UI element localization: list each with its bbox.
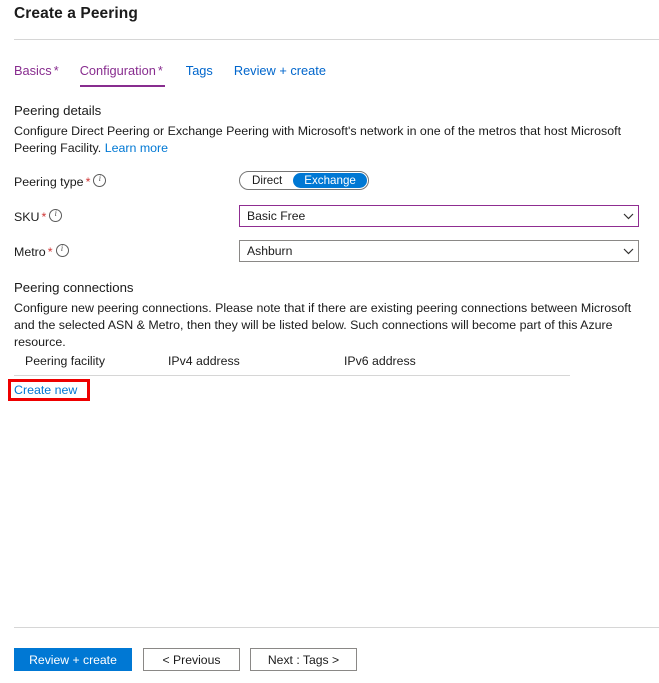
metro-dropdown[interactable]: Ashburn xyxy=(239,240,639,262)
sku-label: SKU * xyxy=(14,208,63,224)
metro-label-text: Metro xyxy=(14,245,46,259)
peering-type-label: Peering type * xyxy=(14,173,107,189)
page-title: Create a Peering xyxy=(14,5,138,22)
wizard-tabstrip: Basics * Configuration * Tags Review + cre… xyxy=(14,63,347,89)
peering-connections-heading: Peering connections xyxy=(14,280,134,295)
tab-configuration-label: Configuration xyxy=(79,63,156,78)
peering-type-option-exchange[interactable]: Exchange xyxy=(293,173,367,188)
peering-type-label-text: Peering type xyxy=(14,175,84,189)
chevron-down-icon xyxy=(618,241,638,261)
peering-type-option-direct[interactable]: Direct xyxy=(241,173,293,188)
tab-review-create[interactable]: Review + create xyxy=(234,63,326,87)
chevron-down-icon xyxy=(618,206,638,226)
column-header-ipv4-address: IPv4 address xyxy=(168,354,240,368)
peering-type-required: * xyxy=(85,175,91,189)
next-tags-button[interactable]: Next : Tags > xyxy=(250,648,357,671)
metro-required: * xyxy=(47,245,53,259)
peering-details-description-line1: Configure Direct Peering or Exchange Pee… xyxy=(14,124,622,138)
tab-configuration[interactable]: Configuration * xyxy=(79,63,165,87)
previous-button[interactable]: < Previous xyxy=(143,648,240,671)
tab-review-create-label: Review + create xyxy=(233,63,326,78)
peering-connections-description: Configure new peering connections. Pleas… xyxy=(14,300,646,351)
metro-dropdown-value: Ashburn xyxy=(247,244,293,258)
footer-divider xyxy=(14,627,659,628)
peering-details-heading: Peering details xyxy=(14,103,102,118)
column-header-ipv6-address: IPv6 address xyxy=(344,354,416,368)
sku-dropdown-value: Basic Free xyxy=(247,209,306,223)
sku-info-icon[interactable] xyxy=(49,208,63,222)
peering-connections-description-line2: the selected ASN & Metro, then they will… xyxy=(14,318,613,349)
table-header-divider xyxy=(14,375,570,376)
sku-required: * xyxy=(41,210,47,224)
peering-type-info-icon[interactable] xyxy=(93,173,107,187)
peering-details-description-line2: Peering Facility. xyxy=(14,141,102,155)
metro-label: Metro * xyxy=(14,243,69,259)
column-header-peering-facility: Peering facility xyxy=(25,354,105,368)
tab-basics-required: * xyxy=(53,63,59,78)
tab-tags[interactable]: Tags xyxy=(186,63,213,87)
review-create-button[interactable]: Review + create xyxy=(14,648,132,671)
tab-configuration-required: * xyxy=(157,63,163,78)
learn-more-link[interactable]: Learn more xyxy=(105,141,168,155)
peering-details-description: Configure Direct Peering or Exchange Pee… xyxy=(14,123,644,157)
tab-tags-label: Tags xyxy=(185,63,213,78)
sku-label-text: SKU xyxy=(14,210,40,224)
peering-type-toggle[interactable]: Direct Exchange xyxy=(239,171,369,190)
tab-basics[interactable]: Basics * xyxy=(14,63,59,87)
metro-info-icon[interactable] xyxy=(55,243,69,257)
tab-basics-label: Basics xyxy=(14,63,52,78)
sku-dropdown[interactable]: Basic Free xyxy=(239,205,639,227)
header-divider xyxy=(14,39,659,40)
create-new-link[interactable]: Create new xyxy=(14,383,77,397)
peering-connections-table-header: Peering facility IPv4 address IPv6 addre… xyxy=(14,354,570,372)
